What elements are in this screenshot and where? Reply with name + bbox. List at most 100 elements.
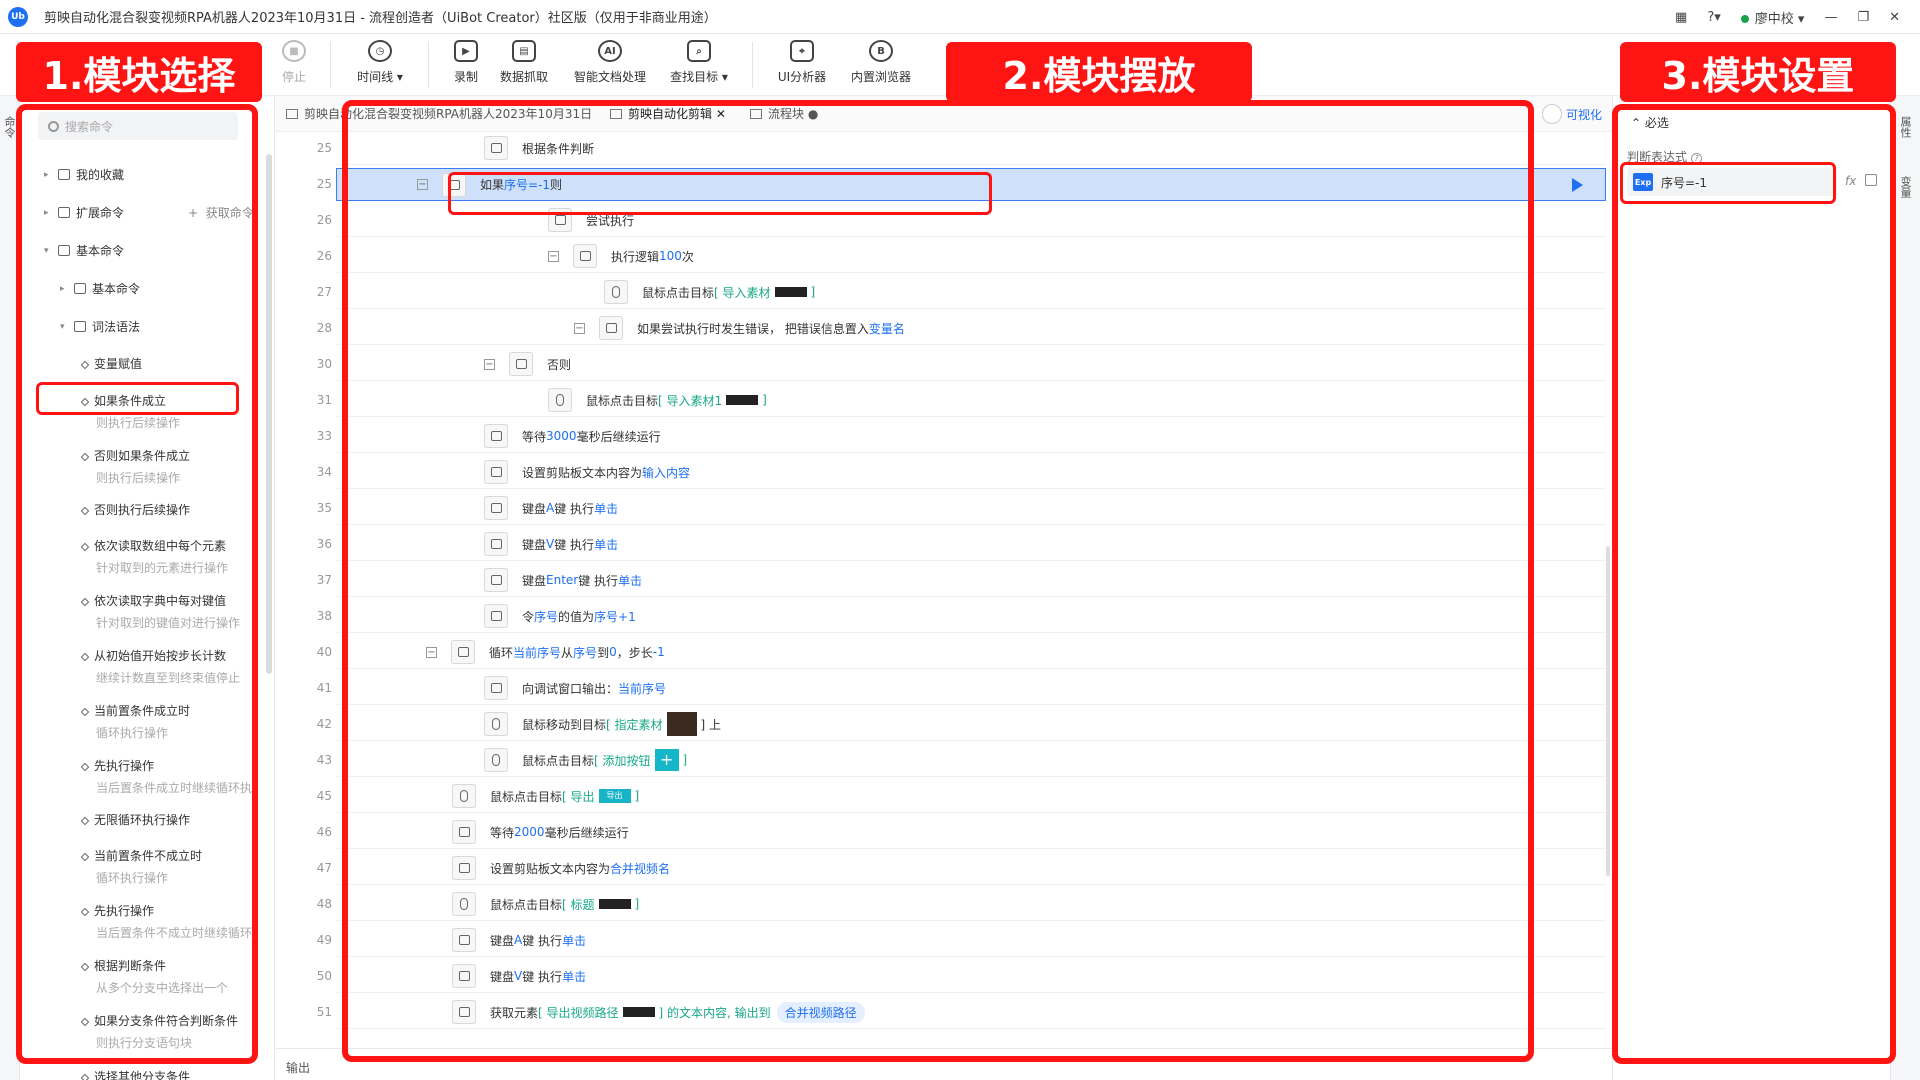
expression-input[interactable]: Exp 序号=-1 (1627, 168, 1837, 196)
required-section-header[interactable]: ⌃ 必选 (1631, 114, 1669, 131)
help-icon[interactable]: ? (1691, 153, 1703, 164)
command-item[interactable]: 无限循环执行操作 (80, 811, 190, 828)
flow-row[interactable]: 键盘 A 键 执行 单击 (336, 492, 1606, 525)
flow-row[interactable]: 设置剪贴板文本内容为 合并视频名 (336, 852, 1606, 885)
flow-row[interactable]: 鼠标点击目标 [ 导入素材 ] (336, 276, 1606, 309)
flow-row[interactable]: 鼠标点击目标 [ 导入素材1 ] (336, 384, 1606, 417)
toggle-switch-icon (1541, 104, 1562, 124)
fx-icon[interactable]: fx (1845, 174, 1856, 188)
side-tab-variables[interactable]: 变量 (1899, 176, 1913, 198)
flow-row[interactable]: 尝试执行 (336, 204, 1606, 237)
command-item[interactable]: 当前置条件成立时 (80, 702, 190, 719)
help-icon[interactable]: ?▾ (1707, 10, 1720, 25)
flow-row[interactable]: 键盘 Enter 键 执行 单击 (336, 564, 1606, 597)
editor-scrollbar[interactable] (1606, 546, 1610, 876)
data-scrape-button[interactable]: ▤ 数据抓取 (488, 40, 560, 85)
command-item[interactable]: 先执行操作 (80, 757, 154, 774)
flow-row[interactable]: 根据条件判断 (336, 132, 1606, 165)
command-item[interactable]: 依次读取数组中每个元素 (80, 537, 226, 554)
flow-row[interactable]: 向调试窗口输出： 当前序号 (336, 672, 1606, 705)
collapse-icon[interactable]: − (417, 179, 428, 190)
ui-analyzer-button[interactable]: ⌖ UI分析器 (766, 40, 838, 85)
tab-main-flow[interactable]: 剪映自动化混合裂变视频RPA机器人2023年10月31日 (286, 105, 592, 122)
get-command-button[interactable]: + 获取命令 (188, 204, 254, 221)
command-icon (80, 360, 90, 369)
flow-row[interactable]: 鼠标点击目标 [ 导出 导出 ] (336, 780, 1606, 813)
output-panel[interactable]: 输出 (276, 1048, 1612, 1080)
stop-icon: ■ (282, 40, 306, 62)
flow-row-selected[interactable]: − 如果 序号=-1 则 (336, 168, 1606, 201)
row-target: [ 添加按钮 (594, 753, 651, 768)
command-item[interactable]: 先执行操作 (80, 902, 155, 919)
folder-icon (58, 169, 70, 180)
add-button-thumbnail: + (654, 749, 679, 771)
flow-row[interactable]: − 循环 当前序号 从 序号 到 0 ，步长 -1 (336, 636, 1606, 669)
tab-flow-block[interactable]: 流程块 ● (750, 105, 818, 122)
flow-row[interactable]: 获取元素 [ 导出视频路径 ] 的文本内容, 输出到 合并视频路径 (336, 996, 1606, 1029)
line-number: 26 (316, 213, 332, 227)
collapse-icon[interactable]: − (484, 358, 495, 370)
flow-row[interactable]: 等待 3000 毫秒后继续运行 (336, 420, 1606, 453)
command-item[interactable]: 否则执行后续操作 (80, 501, 190, 518)
row-text: 向调试窗口输出： (522, 681, 619, 696)
tree-extensions[interactable]: ▸ 扩展命令 (44, 204, 124, 221)
row-text: 获取元素 (490, 1005, 539, 1020)
row-value: 100 (659, 249, 682, 263)
collapse-icon[interactable]: − (548, 250, 559, 262)
side-tab-properties[interactable]: 属性 (1899, 116, 1913, 138)
smart-doc-button[interactable]: AI 智能文档处理 (566, 40, 654, 85)
command-search-input[interactable]: 搜索命令 (38, 112, 238, 140)
visualize-toggle[interactable]: 可视化 (1541, 104, 1602, 124)
command-icon (80, 1073, 90, 1080)
run-icon[interactable] (1572, 177, 1583, 192)
builtin-browser-button[interactable]: B 内置浏览器 (842, 40, 920, 85)
find-target-button[interactable]: ⌕ 查找目标 ▾ (662, 40, 736, 85)
tree-basic-commands[interactable]: ▾ 基本命令 (44, 242, 124, 259)
command-scrollbar[interactable] (266, 154, 272, 674)
command-label: 变量赋值 (94, 357, 143, 371)
command-item[interactable]: 变量赋值 (80, 355, 143, 372)
mouse-icon (452, 784, 476, 808)
flow-row[interactable]: 键盘 V 键 执行 单击 (336, 960, 1606, 993)
user-menu[interactable]: 廖中校 ▾ (1740, 8, 1804, 27)
command-item[interactable]: 当前置条件不成立时 (80, 847, 202, 864)
flow-row[interactable]: 鼠标点击目标 [ 标题 ] (336, 888, 1606, 921)
edit-icon[interactable] (1865, 174, 1877, 186)
flow-row[interactable]: 鼠标移动到目标 [ 指定素材 ] 上 (336, 708, 1606, 741)
flow-row[interactable]: 令 序号 的值为 序号+1 (336, 600, 1606, 633)
command-item[interactable]: 从初始值开始按步长计数 (80, 647, 226, 664)
flow-row[interactable]: 键盘 A 键 执行 单击 (336, 924, 1606, 957)
timeline-button[interactable]: ◷ 时间线 ▾ (344, 40, 416, 85)
flow-row[interactable]: 键盘 V 键 执行 单击 (336, 528, 1606, 561)
command-item[interactable]: 如果分支条件符合判断条件 (80, 1012, 238, 1029)
flow-row[interactable]: − 执行逻辑 100 次 (336, 240, 1606, 273)
flow-row[interactable]: 鼠标点击目标 [ 添加按钮 + ] (336, 744, 1606, 777)
row-action: 单击 (562, 969, 587, 984)
chevron-down-icon: ▾ (60, 321, 65, 332)
tree-syntax[interactable]: ▾ 词法语法 (60, 318, 140, 335)
restore-button[interactable]: ❐ (1857, 10, 1869, 25)
command-item[interactable]: 依次读取字典中每对键值 (80, 592, 226, 609)
flow-row[interactable]: 等待 2000 毫秒后继续运行 (336, 816, 1606, 849)
tab-jianying-edit[interactable]: 剪映自动化剪辑 ✕ (610, 105, 726, 122)
collapse-icon[interactable]: − (426, 646, 437, 658)
output-var-pill[interactable]: 合并视频路径 (776, 1001, 865, 1023)
line-number: 33 (316, 429, 332, 443)
command-item[interactable]: 否则如果条件成立 (80, 447, 190, 464)
tree-favorites[interactable]: ▸ 我的收藏 (44, 166, 124, 183)
collapse-icon[interactable]: − (574, 322, 585, 334)
flow-row[interactable]: − 如果尝试执行时发生错误， 把错误信息置入 变量名 (336, 312, 1606, 345)
command-icon (80, 506, 90, 515)
command-item[interactable]: 选择其他分支条件 (80, 1068, 190, 1080)
side-tab-commands[interactable]: 命令 (3, 116, 17, 138)
flow-row[interactable]: − 否则 (336, 348, 1606, 381)
stop-button[interactable]: ■ 停止 (258, 40, 330, 85)
minimize-button[interactable]: — (1824, 10, 1837, 25)
close-button[interactable]: ✕ (1889, 10, 1900, 25)
tree-basic-sub[interactable]: ▸ 基本命令 (60, 280, 140, 297)
command-label: 先执行操作 (94, 904, 155, 918)
command-item[interactable]: 根据判断条件 (80, 957, 166, 974)
layout-icon[interactable]: ▦ (1675, 10, 1687, 25)
flow-row[interactable]: 设置剪贴板文本内容为 输入内容 (336, 456, 1606, 489)
command-item-if[interactable]: 如果条件成立 (80, 392, 166, 409)
